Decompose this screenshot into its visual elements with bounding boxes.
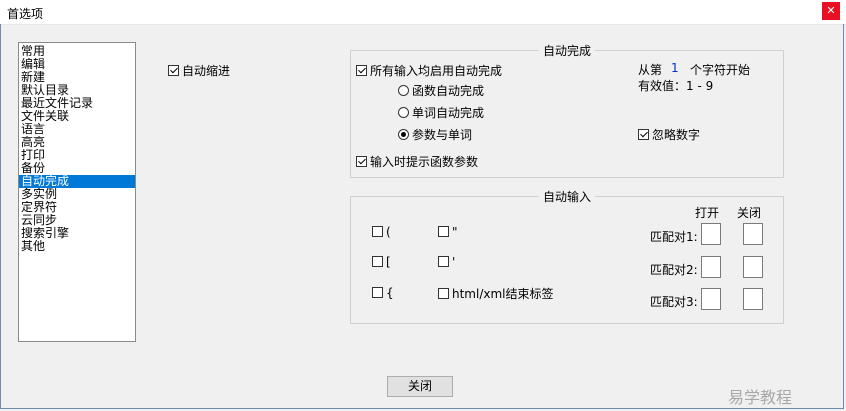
match-pair-3-close-input[interactable]	[743, 288, 763, 310]
params-and-words-radio-dot[interactable]	[398, 129, 409, 140]
category-item-other[interactable]: 其他	[19, 240, 135, 253]
auto-insert-bracket-box[interactable]	[372, 256, 383, 267]
ignore-numbers-checkbox-box[interactable]	[638, 129, 649, 140]
auto-insert-bracket-label: [	[386, 254, 391, 269]
auto-insert-brace-box[interactable]	[372, 287, 383, 298]
watermark-text: 易学教程	[728, 388, 793, 407]
enable-all-autocomplete-checkbox[interactable]: 所有输入均启用自动完成	[356, 62, 502, 79]
ignore-numbers-label: 忽略数字	[652, 128, 701, 142]
category-item-cloud-sync[interactable]: 云同步	[19, 214, 135, 227]
enable-all-checkbox-box[interactable]	[356, 65, 367, 76]
category-item-highlight[interactable]: 高亮	[19, 136, 135, 149]
category-item-new[interactable]: 新建	[19, 71, 135, 84]
auto-insert-html-tag-label: html/xml结束标签	[452, 287, 554, 301]
category-item-delimiter[interactable]: 定界符	[19, 201, 135, 214]
category-item-autocomplete[interactable]: 自动完成	[19, 175, 135, 188]
match-pair-2-open-input[interactable]	[701, 256, 721, 278]
hint-params-label: 输入时提示函数参数	[370, 155, 479, 169]
window-close-icon[interactable]: ✕	[822, 2, 840, 20]
auto-insert-brace-checkbox[interactable]: {	[372, 285, 394, 300]
category-item-multi-instance[interactable]: 多实例	[19, 188, 135, 201]
from-char-prefix: 从第	[638, 63, 663, 77]
function-autocomplete-label: 函数自动完成	[412, 84, 485, 98]
hint-params-checkbox[interactable]: 输入时提示函数参数	[356, 153, 478, 170]
match-pair-1-close-input[interactable]	[743, 223, 763, 245]
category-item-print[interactable]: 打印	[19, 149, 135, 162]
function-autocomplete-radio[interactable]: 函数自动完成	[398, 82, 484, 99]
match-pair-2-label: 匹配对2:	[650, 263, 698, 277]
match-pair-3-label: 匹配对3:	[650, 295, 698, 309]
match-pair-1-open-input[interactable]	[701, 223, 721, 245]
match-pair-2-close-input[interactable]	[743, 256, 763, 278]
auto-insert-bracket-checkbox[interactable]: [	[372, 254, 391, 269]
word-autocomplete-label: 单词自动完成	[412, 106, 485, 120]
autocomplete-group-title: 自动完成	[539, 42, 596, 59]
auto-insert-dquote-label: "	[452, 224, 458, 239]
category-item-search-engine[interactable]: 搜索引擎	[19, 227, 135, 240]
auto-insert-html-tag-checkbox[interactable]: html/xml结束标签	[438, 285, 554, 302]
auto-insert-squote-checkbox[interactable]: '	[438, 254, 455, 269]
enable-all-label: 所有输入均启用自动完成	[370, 64, 503, 78]
category-item-file-assoc[interactable]: 文件关联	[19, 110, 135, 123]
auto-insert-paren-box[interactable]	[372, 226, 383, 237]
auto-indent-label: 自动缩进	[182, 64, 231, 78]
open-column-header: 打开	[695, 206, 720, 220]
window-title: 首选项	[7, 7, 44, 21]
close-button[interactable]: 关闭	[387, 376, 453, 397]
ignore-numbers-checkbox[interactable]: 忽略数字	[638, 126, 700, 143]
auto-insert-squote-label: '	[452, 254, 456, 269]
close-column-header: 关闭	[737, 206, 762, 220]
autoinsert-group-title: 自动输入	[539, 188, 596, 205]
from-char-suffix: 个字符开始	[690, 63, 751, 77]
match-pair-3-open-input[interactable]	[701, 288, 721, 310]
auto-insert-paren-checkbox[interactable]: (	[372, 224, 391, 239]
category-item-language[interactable]: 语言	[19, 123, 135, 136]
category-item-backup[interactable]: 备份	[19, 162, 135, 175]
word-autocomplete-radio[interactable]: 单词自动完成	[398, 104, 484, 121]
category-item-common[interactable]: 常用	[19, 45, 135, 58]
valid-range-text: 有效值：1 - 9	[638, 79, 714, 93]
auto-indent-checkbox[interactable]: 自动缩进	[168, 62, 230, 79]
auto-insert-dquote-box[interactable]	[438, 226, 449, 237]
word-autocomplete-radio-dot[interactable]	[398, 107, 409, 118]
auto-insert-paren-label: (	[386, 224, 391, 239]
auto-insert-html-tag-box[interactable]	[438, 288, 449, 299]
category-item-default-dir[interactable]: 默认目录	[19, 84, 135, 97]
auto-insert-brace-label: {	[386, 285, 394, 300]
category-list[interactable]: 常用 编辑 新建 默认目录 最近文件记录 文件关联 语言 高亮 打印 备份 自动…	[18, 42, 136, 342]
auto-insert-squote-box[interactable]	[438, 256, 449, 267]
title-bar: 首选项 ✕	[0, 0, 846, 25]
from-char-value[interactable]: 1	[671, 61, 679, 75]
params-and-words-radio[interactable]: 参数与单词	[398, 126, 472, 143]
auto-indent-checkbox-box[interactable]	[168, 65, 179, 76]
category-item-recent-files[interactable]: 最近文件记录	[19, 97, 135, 110]
function-autocomplete-radio-dot[interactable]	[398, 85, 409, 96]
match-pair-1-label: 匹配对1:	[650, 230, 698, 244]
category-item-edit[interactable]: 编辑	[19, 58, 135, 71]
hint-params-checkbox-box[interactable]	[356, 156, 367, 167]
auto-insert-dquote-checkbox[interactable]: "	[438, 224, 458, 239]
params-and-words-label: 参数与单词	[412, 128, 473, 142]
